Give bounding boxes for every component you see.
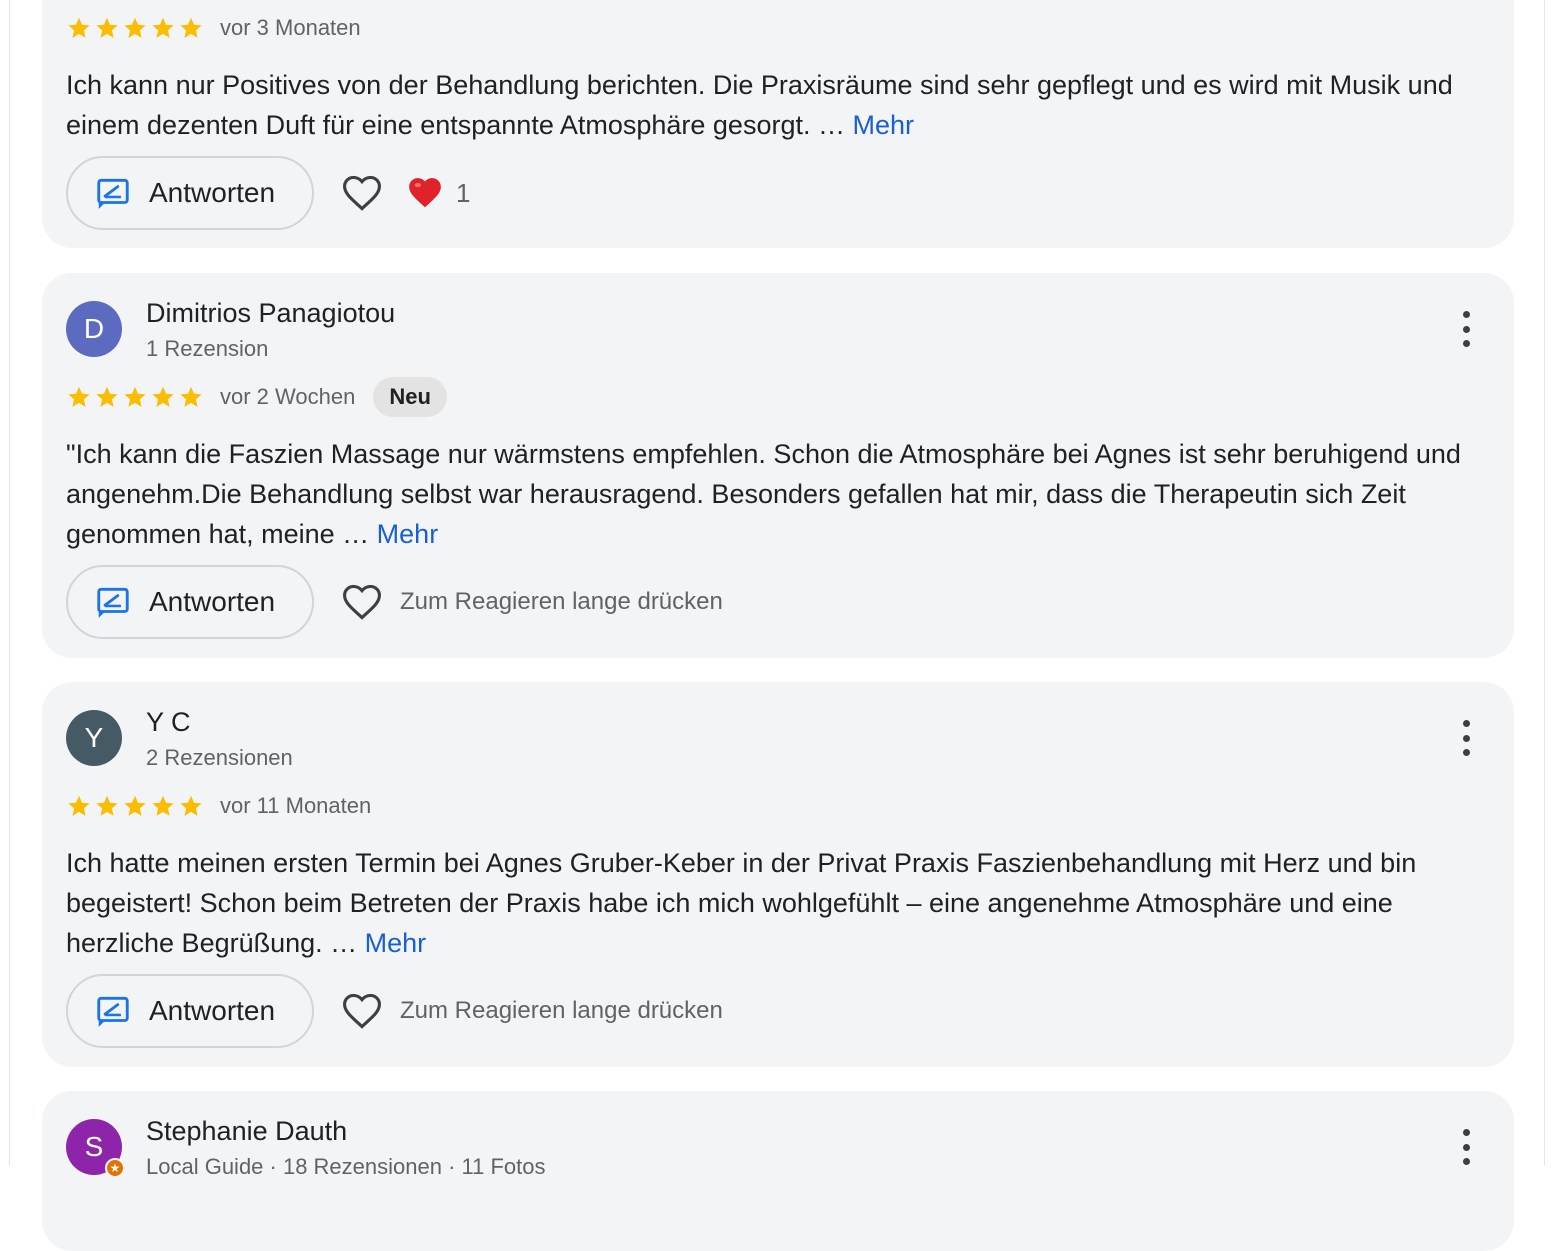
review-text: Ich hatte meinen ersten Termin bei Agnes… [66, 843, 1474, 963]
reply-label: Antworten [149, 995, 276, 1026]
reply-button[interactable]: Antworten [66, 974, 314, 1048]
heart-outline-icon[interactable] [340, 989, 384, 1033]
review-header: D Dimitrios Panagiotou 1 Rezension [66, 297, 1490, 367]
star-rating [66, 15, 204, 41]
star-icon [152, 386, 174, 407]
reply-button[interactable]: Antworten [66, 565, 314, 639]
star-icon [180, 795, 202, 816]
review-time: vor 2 Wochen [220, 384, 356, 409]
reply-icon [97, 178, 129, 209]
star-icon [124, 17, 146, 38]
review-text: "Ich kann die Faszien Massage nur wärmst… [66, 434, 1474, 554]
review-body: Ich kann nur Positives von der Behandlun… [66, 70, 1453, 140]
reviewer-stats: 1 Rezension [146, 336, 269, 361]
avatar[interactable]: Y [66, 710, 122, 766]
reviewer-stats: Local Guide · 18 Rezensionen · 11 Fotos [146, 1154, 546, 1179]
reply-icon [97, 587, 129, 618]
local-guide-star-icon: ★ [105, 1158, 125, 1178]
star-rating [66, 384, 204, 410]
reply-label: Antworten [149, 177, 276, 208]
review-meta: vor 11 Monaten [66, 786, 371, 826]
star-icon [68, 386, 90, 407]
reviewer-name[interactable]: Dimitrios Panagiotou [146, 297, 395, 329]
star-icon [152, 795, 174, 816]
reply-label: Antworten [149, 586, 276, 617]
review-actions: Antworten Zum Reagieren lange drücken [66, 564, 723, 640]
review-card: Y Y C 2 Rezensionen vor 11 Monaten Ich h… [42, 682, 1514, 1067]
heart-outline-icon[interactable] [340, 580, 384, 624]
review-time: vor 3 Monaten [220, 15, 361, 40]
more-vert-icon[interactable] [1454, 720, 1478, 756]
star-icon [180, 17, 202, 38]
reviewer-name[interactable]: Y C [146, 706, 191, 738]
more-vert-icon[interactable] [1454, 311, 1478, 347]
more-link[interactable]: Mehr [852, 110, 914, 140]
reviewer-name[interactable]: Stephanie Dauth [146, 1115, 347, 1147]
reply-button[interactable]: Antworten [66, 156, 314, 230]
star-icon [96, 17, 118, 38]
star-icon [124, 795, 146, 816]
star-icon [96, 795, 118, 816]
review-body: "Ich kann die Faszien Massage nur wärmst… [66, 439, 1461, 549]
reply-icon [97, 996, 129, 1027]
review-body: Ich hatte meinen ersten Termin bei Agnes… [66, 848, 1417, 958]
heart-outline-icon[interactable] [340, 171, 384, 215]
review-time: vor 11 Monaten [220, 793, 372, 818]
more-link[interactable]: Mehr [377, 519, 439, 549]
review-card: D Dimitrios Panagiotou 1 Rezension vor 2… [42, 273, 1514, 658]
review-header: Y Y C 2 Rezensionen [66, 706, 1490, 776]
review-header: S ★ Stephanie Dauth Local Guide · 18 Reze… [66, 1115, 1490, 1185]
avatar[interactable]: S ★ [66, 1119, 125, 1178]
avatar-letter: S [84, 1131, 104, 1162]
reviewer-stats: 2 Rezensionen [146, 745, 293, 770]
star-icon [68, 795, 90, 816]
star-icon [124, 386, 146, 407]
avatar-letter: D [83, 313, 105, 344]
avatar[interactable]: D [66, 301, 122, 357]
star-icon [180, 386, 202, 407]
more-vert-icon[interactable] [1454, 1129, 1478, 1165]
frame-border-right [1544, 0, 1545, 1165]
star-icon [96, 386, 118, 407]
react-hint: Zum Reagieren lange drücken [400, 997, 723, 1024]
reaction-count: 1 [456, 177, 471, 208]
more-link[interactable]: Mehr [365, 928, 427, 958]
review-meta: vor 2 Wochen Neu [66, 377, 447, 417]
review-text: Ich kann nur Positives von der Behandlun… [66, 65, 1474, 145]
review-meta: vor 3 Monaten [66, 8, 361, 48]
react-hint: Zum Reagieren lange drücken [400, 588, 723, 615]
review-actions: Antworten Zum Reagieren lange drücken [66, 973, 723, 1049]
review-card: vor 3 Monaten Ich kann nur Positives von… [42, 0, 1514, 248]
red-heart-icon [409, 178, 441, 208]
frame-border-left [9, 0, 10, 1165]
reaction-summary[interactable]: 1 [406, 174, 470, 212]
star-rating [66, 793, 204, 819]
review-actions: Antworten 1 [66, 155, 470, 231]
star-icon [152, 17, 174, 38]
review-card: S ★ Stephanie Dauth Local Guide · 18 Reze… [42, 1091, 1514, 1251]
avatar-letter: Y [84, 722, 104, 753]
star-icon [68, 17, 90, 38]
new-badge: Neu [373, 377, 447, 417]
